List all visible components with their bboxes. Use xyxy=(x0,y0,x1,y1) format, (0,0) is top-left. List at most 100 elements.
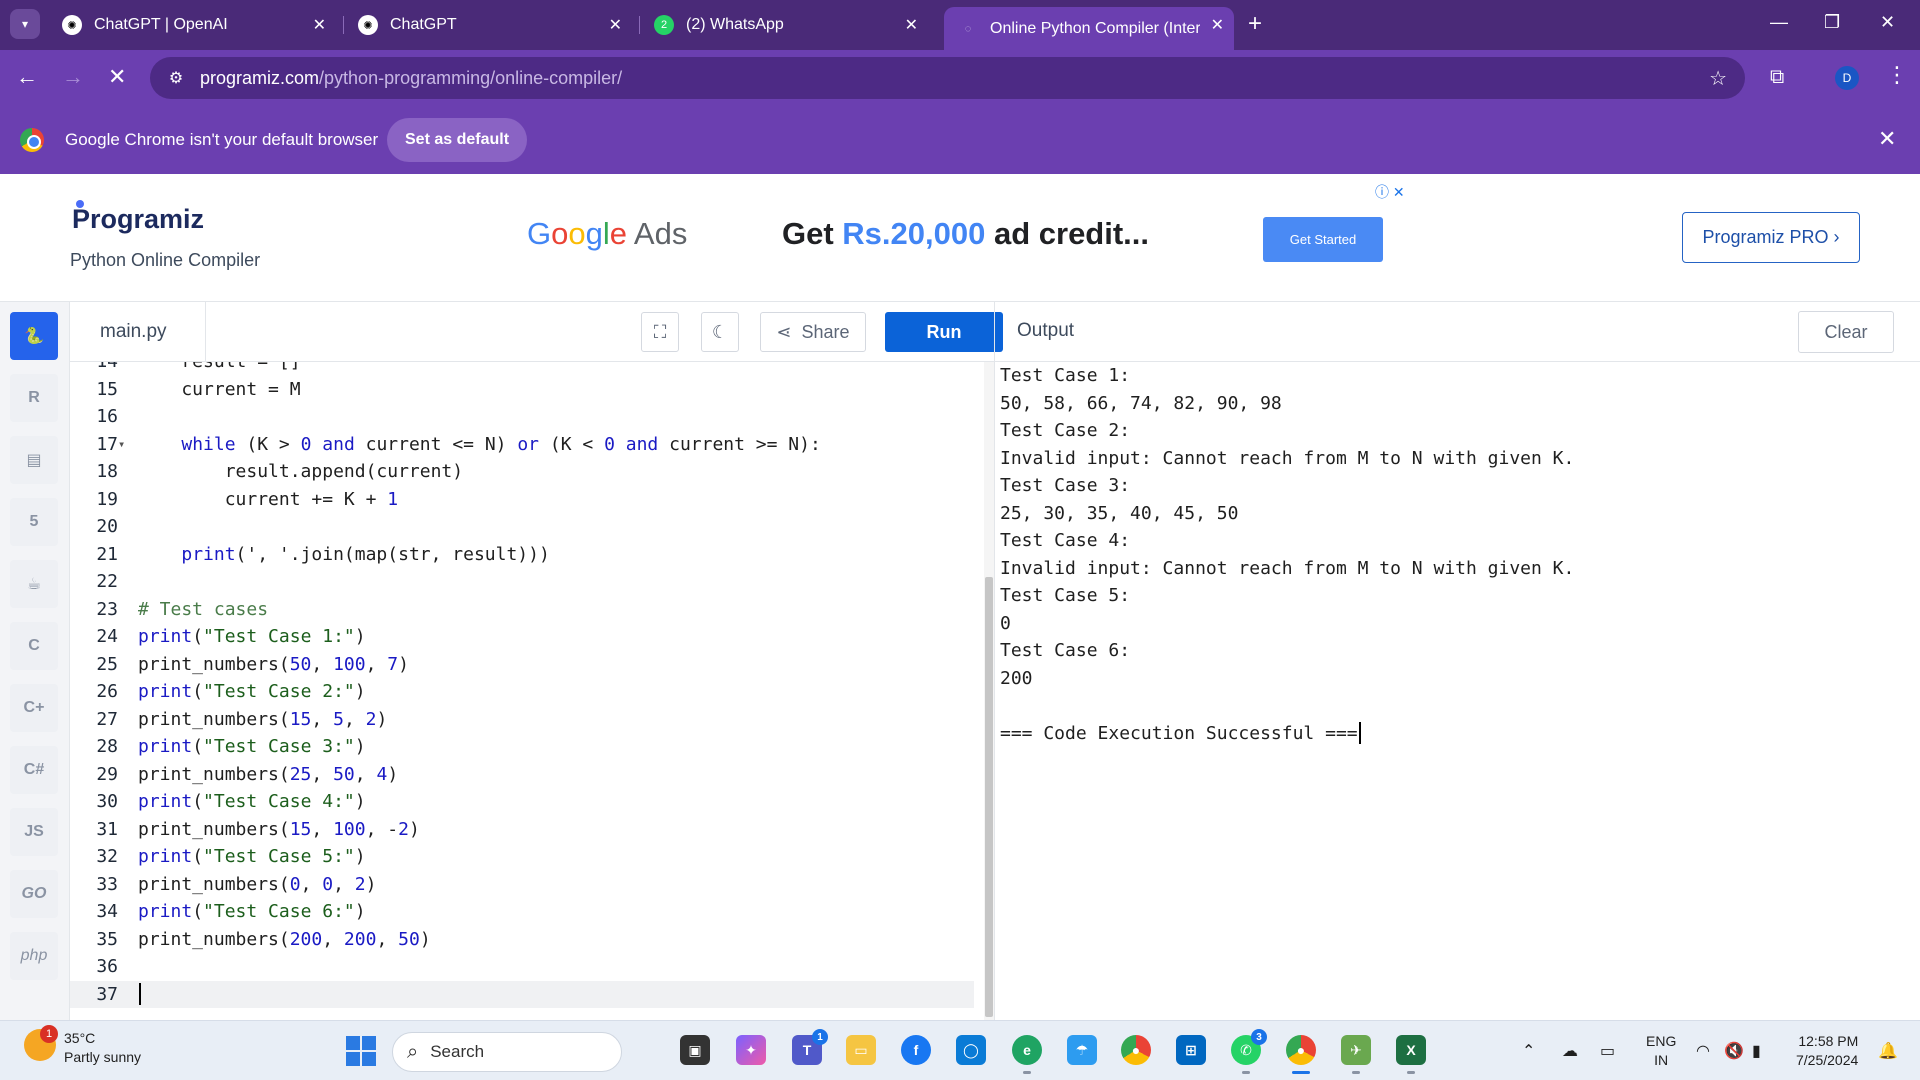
r-language-icon[interactable]: R xyxy=(10,374,58,422)
chrome-menu-icon[interactable]: ⋮ xyxy=(1886,62,1908,88)
task-view-icon[interactable]: ▣ xyxy=(680,1035,710,1065)
ad-headline[interactable]: Get Rs.20,000 ad credit... xyxy=(782,216,1149,252)
code-line[interactable]: 17 ▾ while (K > 0 and current <= N) or (K… xyxy=(70,431,974,459)
c-language-icon[interactable]: C xyxy=(10,622,58,670)
site-info-icon[interactable]: ⚙ xyxy=(156,68,196,88)
display-icon[interactable]: ▭ xyxy=(1600,1041,1615,1061)
code-line[interactable]: 22 xyxy=(70,568,974,596)
battery-icon[interactable]: ▮ xyxy=(1752,1041,1761,1061)
dark-mode-moon-icon[interactable]: ☾ xyxy=(701,312,739,352)
fullscreen-icon[interactable]: ⛶ xyxy=(641,312,679,352)
close-icon[interactable]: ✕ xyxy=(313,15,326,35)
code-line[interactable]: 31 print_numbers(15, 100, -2) xyxy=(70,816,974,844)
csharp-icon[interactable]: C# xyxy=(10,746,58,794)
programiz-pro-button[interactable]: Programiz PRO › xyxy=(1682,212,1860,263)
windows-start-icon[interactable] xyxy=(346,1036,376,1066)
code-line[interactable]: 29 print_numbers(25, 50, 4) xyxy=(70,761,974,789)
forward-icon[interactable]: → xyxy=(62,64,84,90)
code-line[interactable]: 16 xyxy=(70,403,974,431)
weather-app-icon[interactable]: ☂ xyxy=(1067,1035,1097,1065)
tab-whatsapp[interactable]: 2 (2) WhatsApp ✕ xyxy=(640,7,928,43)
html5-icon[interactable]: 5 xyxy=(10,498,58,546)
edge-icon[interactable]: e xyxy=(1012,1035,1042,1065)
code-line[interactable]: 21 print (', '.join(map(str, result))) xyxy=(70,541,974,569)
close-icon[interactable]: ✕ xyxy=(609,15,622,35)
share-button[interactable]: ⋖ Share xyxy=(760,312,866,352)
profile-avatar[interactable]: D xyxy=(1835,66,1859,90)
code-line[interactable]: 30 print("Test Case 4:") xyxy=(70,788,974,816)
url-text[interactable]: programiz.com/python-programming/online-… xyxy=(200,68,622,89)
wifi-icon[interactable]: ◠ xyxy=(1696,1041,1710,1061)
code-line[interactable]: 14 result = [] xyxy=(70,362,974,376)
stop-loading-icon[interactable]: ✕ xyxy=(108,64,126,90)
code-line[interactable]: 19 current += K + 1 xyxy=(70,486,974,514)
volume-muted-icon[interactable]: 🔇 xyxy=(1724,1041,1744,1061)
code-line[interactable]: 35 print_numbers(200, 200, 50) xyxy=(70,926,974,954)
game-app-icon[interactable]: ✈ xyxy=(1341,1035,1371,1065)
code-line[interactable]: 26 print("Test Case 2:") xyxy=(70,678,974,706)
code-line[interactable]: 32 print("Test Case 5:") xyxy=(70,843,974,871)
code-line[interactable]: 24 print("Test Case 1:") xyxy=(70,623,974,651)
onedrive-icon[interactable]: ☁ xyxy=(1562,1041,1578,1061)
set-as-default-button[interactable]: Set as default xyxy=(387,118,528,162)
cpp-icon[interactable]: C+ xyxy=(10,684,58,732)
tab-online-python-compiler[interactable]: ◌ Online Python Compiler (Interp ✕ xyxy=(944,7,1234,50)
php-icon[interactable]: php xyxy=(10,932,58,980)
taskbar-search[interactable]: ⌕ Search xyxy=(392,1032,622,1072)
fold-toggle-icon[interactable]: ▾ xyxy=(118,437,138,451)
bookmark-star-icon[interactable]: ☆ xyxy=(1709,66,1727,91)
sql-database-icon[interactable]: ▤ xyxy=(10,436,58,484)
programiz-logo[interactable]: Programiz xyxy=(72,200,204,235)
code-line[interactable]: 37 xyxy=(70,980,974,1008)
facebook-icon[interactable]: f xyxy=(901,1035,931,1065)
code-line[interactable]: 23 # Test cases xyxy=(70,596,974,624)
scrollbar-thumb[interactable] xyxy=(985,577,993,1017)
javascript-icon[interactable]: JS xyxy=(10,808,58,856)
code-line[interactable]: 27 print_numbers(15, 5, 2) xyxy=(70,706,974,734)
microsoft-store-icon[interactable]: ⊞ xyxy=(1176,1035,1206,1065)
address-bar[interactable]: ⚙ programiz.com/python-programming/onlin… xyxy=(150,57,1745,99)
tab-chatgpt-openai[interactable]: ✺ ChatGPT | OpenAI ✕ xyxy=(48,7,336,43)
code-line[interactable]: 20 xyxy=(70,513,974,541)
chrome-profile-icon[interactable]: ● xyxy=(1286,1035,1316,1065)
python-icon[interactable]: 🐍 xyxy=(10,312,58,360)
show-hidden-icons-chevron-icon[interactable]: ⌃ xyxy=(1522,1041,1535,1061)
ad-get-started-button[interactable]: Get Started xyxy=(1263,217,1383,262)
whatsapp-icon[interactable]: ✆ 3 xyxy=(1231,1029,1267,1065)
minimize-icon[interactable]: — xyxy=(1770,12,1788,33)
code-line[interactable]: 33 print_numbers(0, 0, 2) xyxy=(70,871,974,899)
code-editor[interactable]: 14 result = []15 current = M1617▾ while … xyxy=(70,362,984,1020)
back-icon[interactable]: ← xyxy=(16,64,38,90)
file-explorer-icon[interactable]: ▭ xyxy=(846,1035,876,1065)
close-icon[interactable]: ✕ xyxy=(905,15,918,35)
tab-search-icon[interactable]: ▾ xyxy=(10,9,40,39)
go-icon[interactable]: GO xyxy=(10,870,58,918)
java-icon[interactable]: ☕ xyxy=(10,560,58,608)
system-clock[interactable]: 12:58 PM 7/25/2024 xyxy=(1796,1032,1858,1070)
code-line[interactable]: 15 current = M xyxy=(70,376,974,404)
notification-bell-icon[interactable]: 🔔 xyxy=(1878,1041,1898,1061)
chrome-icon[interactable]: ● xyxy=(1121,1035,1151,1065)
infobar-close-icon[interactable]: ✕ xyxy=(1878,126,1896,152)
copilot-icon[interactable]: ✦ xyxy=(736,1035,766,1065)
outlook-icon[interactable]: ◯ xyxy=(956,1035,986,1065)
code-line[interactable]: 36 xyxy=(70,953,974,981)
google-ads-logo[interactable]: Google Ads xyxy=(527,216,687,252)
weather-widget[interactable]: 1 35°C Partly sunny xyxy=(24,1025,141,1067)
extensions-icon[interactable]: ⧉ xyxy=(1770,66,1784,89)
new-tab-icon[interactable]: + xyxy=(1248,10,1262,38)
panel-divider[interactable] xyxy=(994,302,995,1020)
editor-scrollbar[interactable] xyxy=(984,362,994,1020)
run-button[interactable]: Run xyxy=(885,312,1003,352)
code-line[interactable]: 18 result.append(current) xyxy=(70,458,974,486)
ad-info-close-icon[interactable]: ⓘ ✕ xyxy=(1375,182,1405,202)
code-line[interactable]: 25 print_numbers(50, 100, 7) xyxy=(70,651,974,679)
clear-button[interactable]: Clear xyxy=(1798,311,1894,353)
restore-icon[interactable]: ❐ xyxy=(1824,12,1840,33)
file-tab-main-py[interactable]: main.py xyxy=(70,302,206,362)
output-console[interactable]: Test Case 1: 50, 58, 66, 74, 82, 90, 98 Te… xyxy=(1000,362,1910,1020)
close-icon[interactable]: ✕ xyxy=(1211,15,1224,35)
language-indicator[interactable]: ENG IN xyxy=(1646,1032,1676,1070)
code-line[interactable]: 34 print("Test Case 6:") xyxy=(70,898,974,926)
code-line[interactable]: 28 print("Test Case 3:") xyxy=(70,733,974,761)
